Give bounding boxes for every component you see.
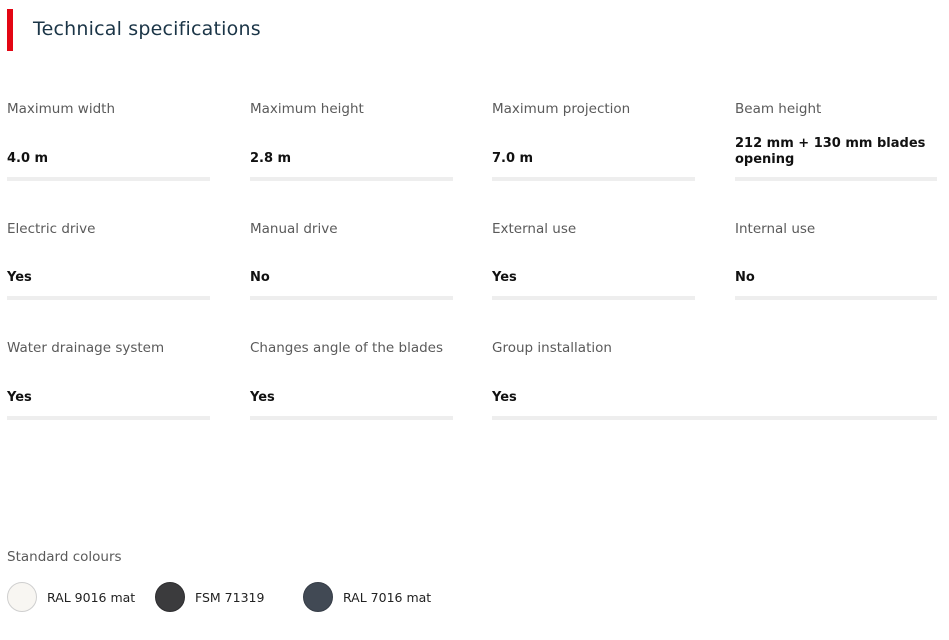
colour-name: RAL 7016 mat <box>343 589 432 605</box>
standard-colours-label: Standard colours <box>7 549 122 565</box>
spec-divider <box>492 177 695 181</box>
spec-label: Beam height <box>735 101 822 117</box>
spec-label: Changes angle of the blades <box>250 340 444 356</box>
spec-label: Water drainage system <box>7 340 165 356</box>
spec-divider <box>735 177 937 181</box>
spec-label: Internal use <box>735 221 816 237</box>
spec-label: Maximum height <box>250 101 364 117</box>
spec-value: No <box>735 270 755 285</box>
colour-option-ral-9016[interactable]: RAL 9016 mat <box>7 581 135 613</box>
spec-value: Yes <box>492 270 517 285</box>
spec-label: Maximum width <box>7 101 116 117</box>
colour-name: RAL 9016 mat <box>47 589 136 605</box>
spec-value: 7.0 m <box>492 151 534 166</box>
spec-value: Yes <box>7 270 32 285</box>
spec-label: Group installation <box>492 340 612 356</box>
spec-value: 212 mm + 130 mm blades opening <box>735 136 926 167</box>
spec-divider <box>492 416 937 420</box>
spec-divider <box>7 296 210 300</box>
section-accent-bar <box>7 9 13 51</box>
spec-label: Maximum projection <box>492 101 631 117</box>
spec-label: Electric drive <box>7 221 96 237</box>
page-title: Technical specifications <box>33 18 261 40</box>
spec-divider <box>735 296 937 300</box>
colour-swatch <box>7 582 37 612</box>
spec-divider <box>250 416 453 420</box>
spec-value: 4.0 m <box>7 151 49 166</box>
spec-value: 2.8 m <box>250 151 292 166</box>
colour-option-fsm-71319[interactable]: FSM 71319 <box>155 581 264 613</box>
colour-option-ral-7016[interactable]: RAL 7016 mat <box>303 581 431 613</box>
spec-value: Yes <box>7 390 32 405</box>
spec-divider <box>7 177 210 181</box>
colour-swatch <box>155 582 185 612</box>
spec-label: Manual drive <box>250 221 338 237</box>
spec-divider <box>250 296 453 300</box>
spec-divider <box>7 416 210 420</box>
spec-divider <box>250 177 453 181</box>
colour-swatch <box>303 582 333 612</box>
spec-value: No <box>250 270 270 285</box>
spec-value: Yes <box>492 390 517 405</box>
colour-name: FSM 71319 <box>195 589 265 605</box>
spec-divider <box>492 296 695 300</box>
spec-label: External use <box>492 221 577 237</box>
spec-value: Yes <box>250 390 275 405</box>
